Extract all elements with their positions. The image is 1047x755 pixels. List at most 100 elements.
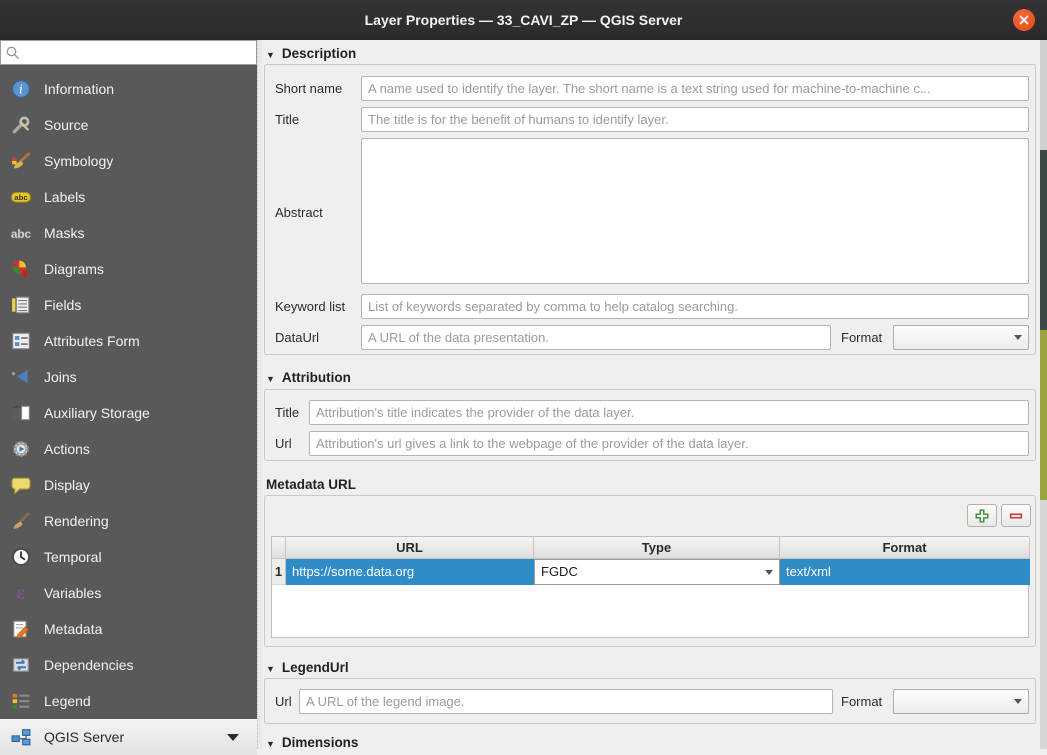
sidebar-item-label: Temporal [44,549,102,565]
sidebar-item-source[interactable]: Source [0,107,257,143]
sidebar-search[interactable] [0,40,257,65]
joins-icon [10,366,32,388]
abstract-label: Abstract [275,205,323,220]
background-strip [1040,150,1047,330]
sidebar-list: i Information Source Symbology abcLabelsabcM… [0,71,257,755]
sidebar: i Information Source Symbology abcLabelsabcM… [0,40,257,749]
title-input[interactable] [361,107,1029,132]
section-title: Description [282,46,356,61]
section-header-attribution[interactable]: Attribution [266,369,351,385]
section-title: Metadata URL [266,477,356,492]
sidebar-item-fields[interactable]: Fields [0,287,257,323]
column-header-url[interactable]: URL [286,537,534,559]
metadata-url-table: URLTypeFormat 1https://some.data.org FGDC t… [271,536,1029,638]
sidebar-item-diagrams[interactable]: Diagrams [0,251,257,287]
dataurl-input[interactable] [361,325,831,350]
sidebar-item-label: Labels [44,189,85,205]
short-name-label: Short name [275,81,342,96]
sidebar-item-label: Display [44,477,90,493]
row-header-corner [272,537,286,559]
type-select[interactable]: FGDC [534,559,780,585]
url-cell[interactable]: https://some.data.org [286,559,534,585]
remove-row-button[interactable] [1001,504,1031,527]
type-cell: FGDC [534,559,780,585]
diagrams-icon [10,258,32,280]
section-title: LegendUrl [282,660,349,675]
column-header-type[interactable]: Type [534,537,780,559]
attributes-form-icon [10,330,32,352]
layer-properties-dialog: Layer Properties — 33_CAVI_ZP — QGIS Ser… [0,0,1047,749]
display-icon [10,474,32,496]
section-header-dimensions[interactable]: Dimensions [266,734,358,749]
sidebar-item-label: Rendering [44,513,109,529]
actions-icon [10,438,32,460]
close-icon [1018,14,1030,26]
sidebar-item-temporal[interactable]: Temporal [0,539,257,575]
collapse-arrow-icon [266,46,275,61]
symbology-icon [10,150,32,172]
format-cell[interactable]: text/xml [780,559,1030,585]
sidebar-item-label: Source [44,117,88,133]
attribution-url-input[interactable] [309,431,1029,456]
sidebar-item-labels[interactable]: abcLabels [0,179,257,215]
sidebar-item-label: Variables [44,585,101,601]
fields-icon [10,294,32,316]
auxiliary-storage-icon [10,402,32,424]
sidebar-item-label: Diagrams [44,261,104,277]
sidebar-item-joins[interactable]: Joins [0,359,257,395]
sidebar-item-rendering[interactable]: Rendering [0,503,257,539]
legendurl-group: Url Format [264,678,1036,724]
rendering-icon [10,510,32,532]
sidebar-item-masks[interactable]: abcMasks [0,215,257,251]
legendurl-format-label: Format [841,694,882,709]
section-header-metadata-url: Metadata URL [266,476,356,492]
sidebar-scroll-down-icon[interactable] [227,734,239,741]
keyword-list-input[interactable] [361,294,1029,319]
add-row-button[interactable] [967,504,997,527]
sidebar-item-symbology[interactable]: Symbology [0,143,257,179]
short-name-input[interactable] [361,76,1029,101]
source-icon [10,114,32,136]
sidebar-item-display[interactable]: Display [0,467,257,503]
window-title: Layer Properties — 33_CAVI_ZP — QGIS Ser… [365,12,683,28]
chevron-down-icon [765,570,773,575]
sidebar-item-label: Auxiliary Storage [44,405,150,421]
collapse-arrow-icon [266,735,275,750]
svg-text:ε: ε [17,584,26,603]
type-value: FGDC [541,559,765,585]
section-header-legendurl[interactable]: LegendUrl [266,659,349,675]
section-header-description[interactable]: Description [266,45,356,61]
abstract-textarea[interactable] [361,138,1029,284]
dependencies-icon [10,654,32,676]
row-number[interactable]: 1 [272,559,286,585]
legendurl-url-label: Url [275,694,292,709]
sidebar-item-attributes-form[interactable]: Attributes Form [0,323,257,359]
close-button[interactable] [1013,9,1035,31]
search-input[interactable] [21,43,256,63]
sidebar-item-metadata[interactable]: Metadata [0,611,257,647]
legendurl-format-select[interactable] [893,689,1029,714]
table-row: 1https://some.data.org FGDC text/xml [272,559,1028,585]
svg-text:i: i [19,82,23,96]
sidebar-item-auxiliary-storage[interactable]: Auxiliary Storage [0,395,257,431]
minus-icon [1008,508,1024,524]
sidebar-item-information[interactable]: i Information [0,71,257,107]
sidebar-item-label: Information [44,81,114,97]
dataurl-format-select[interactable] [893,325,1029,350]
sidebar-item-actions[interactable]: Actions [0,431,257,467]
sidebar-item-dependencies[interactable]: Dependencies [0,647,257,683]
titlebar[interactable]: Layer Properties — 33_CAVI_ZP — QGIS Ser… [0,0,1047,40]
keyword-list-label: Keyword list [275,299,345,314]
sidebar-item-label: Attributes Form [44,333,140,349]
attribution-title-input[interactable] [309,400,1029,425]
sidebar-item-qgis-server[interactable]: QGIS Server [0,719,257,755]
sidebar-item-variables[interactable]: ε Variables [0,575,257,611]
sidebar-item-label: Symbology [44,153,113,169]
legendurl-url-input[interactable] [299,689,833,714]
sidebar-item-label: Dependencies [44,657,134,673]
sidebar-item-legend[interactable]: Legend [0,683,257,719]
attribution-title-label: Title [275,405,299,420]
column-header-format[interactable]: Format [780,537,1030,559]
chevron-down-icon [1014,699,1022,704]
legend-icon [10,690,32,712]
